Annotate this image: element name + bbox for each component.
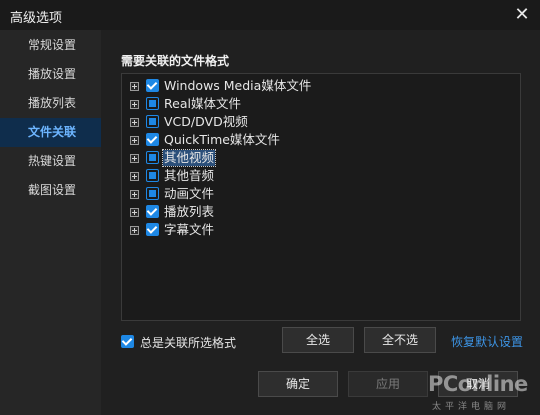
expand-icon[interactable]: [130, 226, 139, 235]
sidebar-item-playlist[interactable]: 播放列表: [0, 89, 101, 118]
sidebar-item-playback[interactable]: 播放设置: [0, 60, 101, 89]
tree-item[interactable]: QuickTime媒体文件: [130, 131, 510, 149]
always-associate-checkbox[interactable]: [121, 335, 134, 348]
tree-item[interactable]: Real媒体文件: [130, 95, 510, 113]
checkbox[interactable]: [146, 97, 159, 110]
expand-icon[interactable]: [130, 118, 139, 127]
checkbox[interactable]: [146, 133, 159, 146]
checkbox[interactable]: [146, 223, 159, 236]
always-associate-option[interactable]: 总是关联所选格式: [121, 333, 281, 351]
tree-item[interactable]: Windows Media媒体文件: [130, 77, 510, 95]
always-associate-label: 总是关联所选格式: [140, 336, 237, 350]
title-bar: 高级选项 ✕: [0, 0, 540, 30]
format-label: Windows Media媒体文件: [164, 78, 312, 93]
expand-icon[interactable]: [130, 172, 139, 181]
tree-item[interactable]: 播放列表: [130, 203, 510, 221]
expand-icon[interactable]: [130, 136, 139, 145]
tree-item[interactable]: 其他视频: [130, 149, 510, 167]
watermark-brand: PConline: [428, 372, 528, 396]
expand-icon[interactable]: [130, 100, 139, 109]
checkbox[interactable]: [146, 187, 159, 200]
expand-icon[interactable]: [130, 208, 139, 217]
format-label-selected: 其他视频: [161, 149, 217, 167]
format-label: 动画文件: [164, 186, 215, 201]
format-label: VCD/DVD视频: [164, 114, 248, 129]
format-label: 其他音频: [164, 168, 215, 183]
sidebar-item-screenshot[interactable]: 截图设置: [0, 176, 101, 205]
ok-button[interactable]: 确定: [258, 371, 338, 397]
expand-icon[interactable]: [130, 154, 139, 163]
checkbox[interactable]: [146, 79, 159, 92]
select-all-button[interactable]: 全选: [282, 327, 354, 353]
expand-icon[interactable]: [130, 190, 139, 199]
close-icon[interactable]: ✕: [512, 5, 532, 25]
restore-defaults-link[interactable]: 恢复默认设置: [451, 333, 523, 350]
checkbox[interactable]: [146, 115, 159, 128]
section-title: 需要关联的文件格式: [121, 54, 230, 68]
format-label: QuickTime媒体文件: [164, 132, 280, 147]
tree-item[interactable]: 字幕文件: [130, 221, 510, 239]
window-title: 高级选项: [10, 11, 63, 26]
format-tree: Windows Media媒体文件 Real媒体文件 VCD/DVD视频 Qui…: [121, 73, 521, 321]
tree-item[interactable]: 其他音频: [130, 167, 510, 185]
sidebar: 常规设置 播放设置 播放列表 文件关联 热键设置 截图设置: [0, 30, 101, 415]
checkbox[interactable]: [146, 151, 159, 164]
format-label: 播放列表: [164, 204, 215, 219]
sidebar-item-file-association[interactable]: 文件关联: [0, 118, 101, 147]
watermark-subtitle: 太平洋电脑网: [432, 402, 511, 412]
tree-item[interactable]: VCD/DVD视频: [130, 113, 510, 131]
select-none-button[interactable]: 全不选: [364, 327, 436, 353]
main-panel: 需要关联的文件格式 Windows Media媒体文件 Real媒体文件 VCD…: [101, 30, 540, 415]
apply-button[interactable]: 应用: [348, 371, 428, 397]
format-label: 字幕文件: [164, 222, 215, 237]
checkbox[interactable]: [146, 205, 159, 218]
sidebar-item-general[interactable]: 常规设置: [0, 31, 101, 60]
tree-item[interactable]: 动画文件: [130, 185, 510, 203]
watermark-logo: PConline 太平洋电脑网: [428, 372, 538, 412]
sidebar-item-hotkeys[interactable]: 热键设置: [0, 147, 101, 176]
checkbox[interactable]: [146, 169, 159, 182]
format-label: Real媒体文件: [164, 96, 241, 111]
expand-icon[interactable]: [130, 82, 139, 91]
